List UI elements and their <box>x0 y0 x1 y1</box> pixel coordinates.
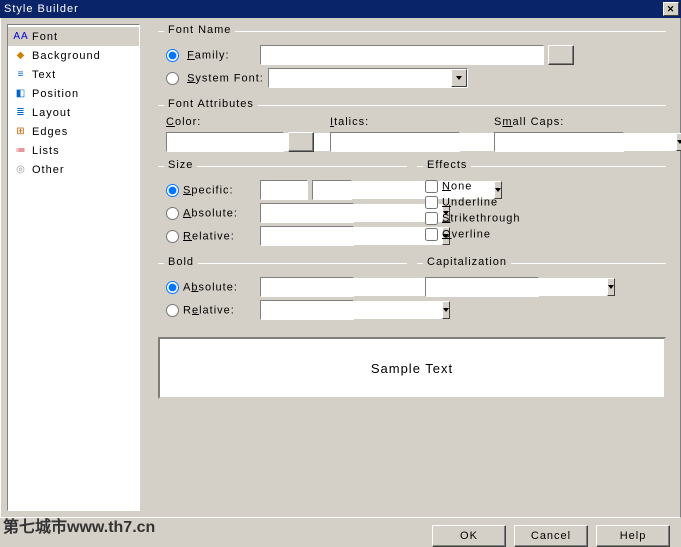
color-select[interactable] <box>166 132 284 152</box>
size-group: Size Specific: Absolute: Relative: <box>158 166 407 257</box>
sidebar-item-label: Lists <box>32 145 60 157</box>
sidebar-item-label: Text <box>32 69 56 81</box>
sidebar-item-layout[interactable]: ≣ Layout <box>8 103 139 122</box>
family-radio[interactable]: Family: <box>166 49 256 62</box>
help-button[interactable]: Help <box>596 525 670 547</box>
small-caps-label: Small Caps: <box>494 116 658 128</box>
italics-select[interactable] <box>330 132 460 152</box>
size-absolute-radio[interactable]: Absolute: <box>166 207 256 220</box>
nav-sidebar: AA Font ◆ Background ≡ Text ◧ Position ≣ Layout ⊞ E… <box>7 24 140 511</box>
size-specific-radio[interactable]: Specific: <box>166 184 256 197</box>
bold-absolute-select[interactable] <box>260 277 354 297</box>
system-font-radio[interactable]: System Font: <box>166 72 264 85</box>
edges-icon: ⊞ <box>14 125 28 139</box>
bold-group: Bold Absolute: Relative: <box>158 263 407 331</box>
bold-absolute-radio[interactable]: Absolute: <box>166 281 256 294</box>
chevron-down-icon <box>677 140 681 144</box>
chevron-down-icon <box>456 76 462 80</box>
sidebar-item-text[interactable]: ≡ Text <box>8 65 139 84</box>
color-picker-button[interactable] <box>288 132 314 152</box>
sidebar-item-label: Position <box>32 88 79 100</box>
effects-legend: Effects <box>423 159 471 171</box>
sidebar-item-position[interactable]: ◧ Position <box>8 84 139 103</box>
effect-none[interactable]: None <box>425 180 472 193</box>
font-attrs-group: Font Attributes Color: Italics: Small Ca… <box>158 105 666 160</box>
effect-strikethrough[interactable]: Strikethrough <box>425 212 520 225</box>
chevron-down-icon <box>608 285 614 289</box>
capitalization-group: Capitalization <box>417 263 666 331</box>
bold-relative-select[interactable] <box>260 300 354 320</box>
sample-text: Sample Text <box>371 361 453 376</box>
sidebar-item-label: Edges <box>32 126 68 138</box>
sidebar-item-lists[interactable]: ≔ Lists <box>8 141 139 160</box>
color-label: Color: <box>166 116 330 128</box>
sample-preview: Sample Text <box>158 337 666 399</box>
text-icon: ≡ <box>14 68 28 82</box>
capitalization-select[interactable] <box>425 277 539 297</box>
size-absolute-select[interactable] <box>260 203 354 223</box>
ok-button[interactable]: OK <box>432 525 506 547</box>
cancel-button[interactable]: Cancel <box>514 525 588 547</box>
bold-relative-radio[interactable]: Relative: <box>166 304 256 317</box>
other-icon: ◎ <box>14 163 28 177</box>
watermark: 第七城市www.th7.cn <box>3 513 155 537</box>
small-caps-select[interactable] <box>494 132 624 152</box>
close-button[interactable]: ✕ <box>663 2 679 16</box>
family-radio-input[interactable] <box>166 49 179 62</box>
family-browse-button[interactable] <box>548 45 574 65</box>
family-input[interactable] <box>260 45 544 65</box>
effects-group: Effects None Underline Strikethrough Ove… <box>417 166 666 257</box>
size-relative-select[interactable] <box>260 226 354 246</box>
size-unit-select[interactable] <box>312 180 352 200</box>
sidebar-item-label: Background <box>32 50 101 62</box>
background-icon: ◆ <box>14 49 28 63</box>
font-attrs-legend: Font Attributes <box>164 98 258 110</box>
system-font-select[interactable] <box>268 68 468 88</box>
close-icon: ✕ <box>667 4 676 15</box>
main-panel: Font Name Family: System Font: <box>140 18 680 517</box>
font-name-legend: Font Name <box>164 24 235 36</box>
sidebar-item-other[interactable]: ◎ Other <box>8 160 139 179</box>
system-font-radio-input[interactable] <box>166 72 179 85</box>
font-icon: AA <box>14 30 28 44</box>
font-name-group: Font Name Family: System Font: <box>158 31 666 99</box>
size-legend: Size <box>164 159 197 171</box>
window-title: Style Builder <box>4 3 79 15</box>
sidebar-item-font[interactable]: AA Font <box>8 27 139 46</box>
sidebar-item-background[interactable]: ◆ Background <box>8 46 139 65</box>
title-bar: Style Builder ✕ <box>0 0 681 18</box>
italics-label: Italics: <box>330 116 494 128</box>
position-icon: ◧ <box>14 87 28 101</box>
sidebar-item-edges[interactable]: ⊞ Edges <box>8 122 139 141</box>
effect-overline[interactable]: Overline <box>425 228 491 241</box>
lists-icon: ≔ <box>14 144 28 158</box>
layout-icon: ≣ <box>14 106 28 120</box>
size-relative-radio[interactable]: Relative: <box>166 230 256 243</box>
sidebar-item-label: Other <box>32 164 65 176</box>
capitalization-legend: Capitalization <box>423 256 511 268</box>
size-specific-input[interactable] <box>260 180 308 200</box>
bold-legend: Bold <box>164 256 198 268</box>
sidebar-item-label: Layout <box>32 107 71 119</box>
effect-underline[interactable]: Underline <box>425 196 498 209</box>
sidebar-item-label: Font <box>32 31 58 43</box>
